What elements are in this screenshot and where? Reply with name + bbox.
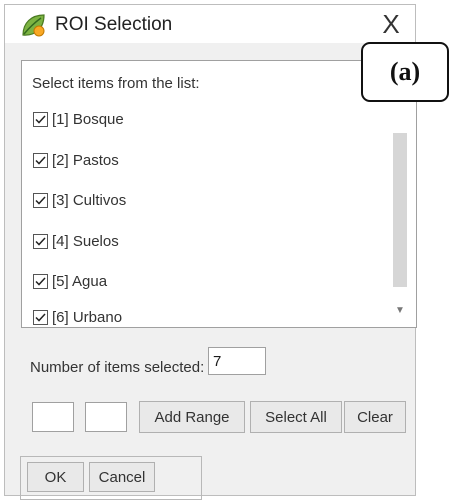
list-item-bosque[interactable]: [1] Bosque — [33, 107, 124, 131]
range-from-input[interactable] — [32, 402, 74, 432]
check-icon — [35, 312, 46, 322]
list-item-label: [5] Agua — [52, 272, 108, 290]
add-range-button[interactable]: Add Range — [139, 401, 245, 433]
checkbox[interactable] — [33, 309, 48, 325]
title-bar: ROI Selection X — [5, 5, 415, 43]
list-item-label: [2] Pastos — [52, 151, 119, 169]
checkbox[interactable] — [33, 233, 48, 249]
range-to-input[interactable] — [85, 402, 127, 432]
close-icon: X — [382, 8, 400, 39]
list-item-cultivos[interactable]: [3] Cultivos — [33, 188, 126, 212]
list-item-label: [4] Suelos — [52, 232, 119, 250]
checkbox[interactable] — [33, 273, 48, 289]
checkbox[interactable] — [33, 152, 48, 168]
roi-selection-dialog: ROI Selection X Select items from the li… — [4, 4, 417, 500]
list-item-label: [1] Bosque — [52, 110, 124, 128]
clear-button[interactable]: Clear — [344, 401, 406, 433]
window-title: ROI Selection — [55, 14, 173, 35]
items-selected-count: 7 — [213, 352, 222, 370]
list-heading: Select items from the list: — [32, 75, 200, 92]
list-item-label: [6] Urbano — [52, 308, 123, 326]
items-selected-count-field: 7 — [208, 347, 266, 375]
check-icon — [35, 114, 46, 124]
check-icon — [35, 276, 46, 286]
check-icon — [35, 236, 46, 246]
scroll-down-arrow-icon[interactable]: ▼ — [392, 303, 408, 317]
checkbox[interactable] — [33, 111, 48, 127]
close-button[interactable]: X — [373, 9, 409, 39]
roi-list[interactable]: Select items from the list: [1] Bosque [… — [21, 60, 417, 328]
list-item-agua[interactable]: [5] Agua — [33, 269, 107, 293]
dialog-footer: OK Cancel — [20, 456, 202, 500]
list-item-label: [3] Cultivos — [52, 191, 127, 209]
ok-button[interactable]: OK — [27, 462, 84, 492]
cancel-button[interactable]: Cancel — [89, 462, 155, 492]
list-item-urbano[interactable]: [6] Urbano — [33, 305, 123, 327]
select-all-button[interactable]: Select All — [250, 401, 342, 433]
items-selected-label: Number of items selected: — [30, 359, 205, 376]
scrollbar-thumb[interactable] — [393, 133, 407, 287]
list-item-pastos[interactable]: [2] Pastos — [33, 148, 119, 172]
app-leaf-icon — [19, 11, 47, 39]
checkbox[interactable] — [33, 192, 48, 208]
figure-panel-label: (a) — [361, 42, 449, 102]
check-icon — [35, 195, 46, 205]
check-icon — [35, 155, 46, 165]
list-item-suelos[interactable]: [4] Suelos — [33, 229, 119, 253]
